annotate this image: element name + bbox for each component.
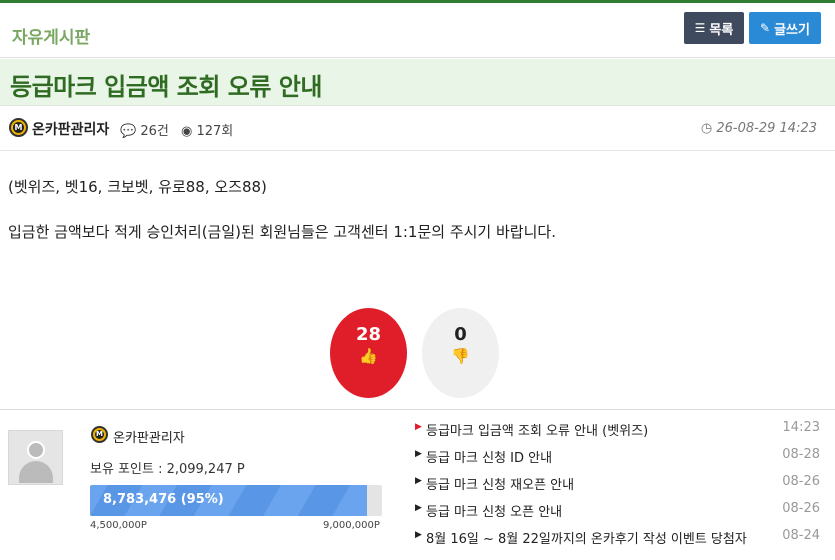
arrow-right-icon: ▶	[415, 422, 422, 432]
post-author[interactable]: 온카판관리자	[32, 119, 109, 139]
view-count: ◉ 127회	[181, 120, 233, 139]
post-title-bar: 등급마크 입금액 조회 오류 안내	[0, 59, 835, 106]
progress-min-label: 4,500,000P	[90, 520, 147, 531]
list-item[interactable]: ▶ 등급 마크 신청 재오픈 안내 08-26	[415, 474, 820, 501]
post-meta: M 온카판관리자 💬 26건 ◉ 127회 ◷ 26-08-29 14:23	[0, 107, 835, 151]
recent-post-date: 08-26	[782, 474, 820, 489]
level-progress-bar: 8,783,476 (95%)	[90, 485, 382, 516]
downvote-count: 0	[454, 324, 467, 345]
comment-count: 💬 26건	[120, 120, 169, 139]
list-button[interactable]: ☰ 목록	[684, 12, 744, 44]
list-icon: ☰	[694, 21, 706, 35]
recent-post-date: 08-26	[782, 501, 820, 516]
recent-post-title[interactable]: 등급 마크 신청 오픈 안내	[426, 501, 562, 520]
view-count-value: 127회	[196, 124, 234, 139]
avatar-body	[19, 461, 53, 483]
arrow-right-icon: ▶	[415, 476, 422, 486]
post-body-line: (벳위즈, 벳16, 크보벳, 유로88, 오즈88)	[8, 178, 267, 196]
author-section: M 온카판관리자 보유 포인트 : 2,099,247 P 8,783,476 …	[0, 409, 835, 560]
recent-post-title[interactable]: 등급 마크 신청 ID 안내	[426, 447, 552, 466]
board-header: 자유게시판 ☰ 목록 ✎ 글쓰기	[0, 3, 835, 58]
badge-letter: M	[95, 430, 104, 439]
comment-icon: 💬	[120, 124, 137, 139]
level-badge-icon: M	[91, 426, 108, 443]
profile-points: 보유 포인트 : 2,099,247 P	[90, 462, 245, 477]
avatar	[8, 430, 63, 485]
recent-posts-list: ▶ 등급마크 입금액 조회 오류 안내 (벳위즈) 14:23 ▶ 등급 마크 …	[415, 420, 820, 555]
thumbs-up-icon: 👍	[359, 347, 378, 365]
arrow-right-icon: ▶	[415, 530, 422, 540]
recent-post-date: 14:23	[782, 420, 820, 435]
upvote-button[interactable]: 28 👍	[330, 308, 407, 398]
comment-count-value: 26건	[140, 124, 169, 139]
badge-letter: M	[13, 122, 24, 133]
level-progress-text: 8,783,476 (95%)	[103, 492, 224, 507]
list-item[interactable]: ▶ 등급 마크 신청 ID 안내 08-28	[415, 447, 820, 474]
list-item[interactable]: ▶ 등급 마크 신청 오픈 안내 08-26	[415, 501, 820, 528]
recent-post-title[interactable]: 8월 16일 ~ 8월 22일까지의 온카후기 작성 이벤트 당첨자	[426, 528, 747, 547]
post-body-line: 입금한 금액보다 적게 승인처리(금일)된 회원님들은 고객센터 1:1문의 주…	[8, 223, 556, 241]
thumbs-down-icon: 👎	[451, 347, 470, 365]
post-body: (벳위즈, 벳16, 크보벳, 유로88, 오즈88) 입금한 금액보다 적게 …	[8, 176, 556, 266]
progress-max-label: 9,000,000P	[323, 520, 380, 531]
write-button[interactable]: ✎ 글쓰기	[749, 12, 821, 44]
recent-post-title[interactable]: 등급 마크 신청 재오픈 안내	[426, 474, 574, 493]
recent-post-date: 08-24	[782, 528, 820, 543]
board-name[interactable]: 자유게시판	[12, 23, 90, 48]
list-button-label: 목록	[709, 22, 734, 38]
post-date: ◷ 26-08-29 14:23	[701, 121, 817, 136]
post-date-value: 26-08-29 14:23	[716, 121, 817, 136]
list-item[interactable]: ▶ 8월 16일 ~ 8월 22일까지의 온카후기 작성 이벤트 당첨자 08-…	[415, 528, 820, 555]
arrow-right-icon: ▶	[415, 503, 422, 513]
clock-icon: ◷	[700, 121, 713, 136]
post-title: 등급마크 입금액 조회 오류 안내	[10, 73, 322, 101]
profile-name[interactable]: 온카판관리자	[113, 427, 185, 446]
downvote-button[interactable]: 0 👎	[422, 308, 499, 398]
write-button-label: 글쓰기	[774, 22, 810, 38]
upvote-count: 28	[355, 324, 382, 345]
list-item[interactable]: ▶ 등급마크 입금액 조회 오류 안내 (벳위즈) 14:23	[415, 420, 820, 447]
arrow-right-icon: ▶	[415, 449, 422, 459]
pencil-icon: ✎	[760, 21, 771, 35]
eye-icon: ◉	[181, 124, 193, 139]
recent-post-date: 08-28	[782, 447, 820, 462]
avatar-head	[27, 441, 45, 459]
recent-post-title[interactable]: 등급마크 입금액 조회 오류 안내 (벳위즈)	[426, 420, 648, 439]
level-badge-icon: M	[9, 118, 28, 137]
